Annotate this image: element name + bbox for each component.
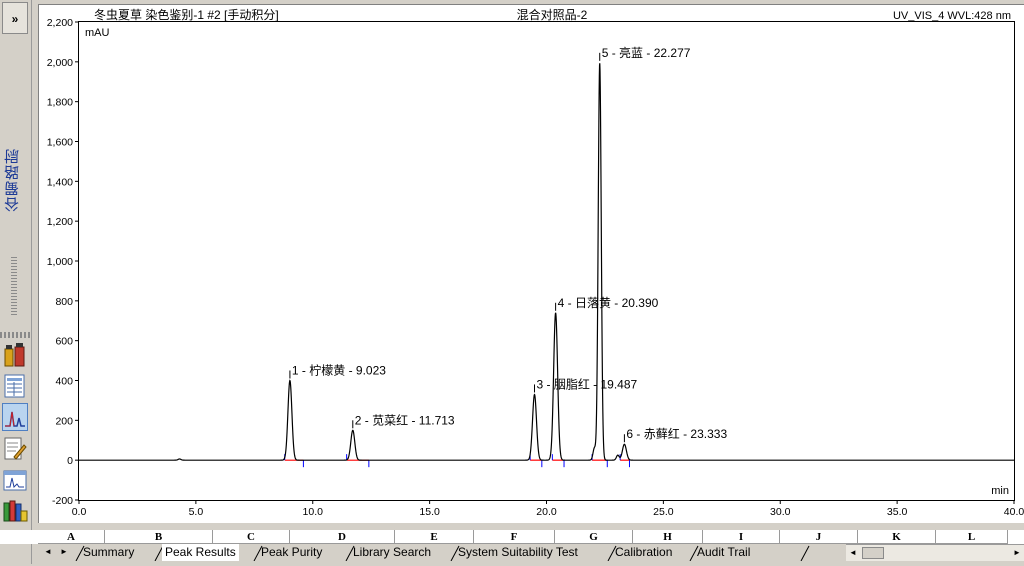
x-tick-label: 30.0 [770, 506, 791, 518]
peak-label: 4 - 日落黄 - 20.390 [558, 296, 659, 310]
report-grid-icon[interactable] [2, 372, 28, 400]
edit-document-icon[interactable] [2, 435, 28, 463]
horizontal-scrollbar[interactable]: ◄ ► [846, 544, 1024, 561]
y-tick-label: 0 [67, 455, 73, 467]
sidebar-toggle-button[interactable]: » [2, 2, 28, 34]
x-tick-label: 0.0 [72, 506, 87, 518]
chromatogram-panel[interactable]: 冬虫夏草 染色鉴别-1 #2 [手动积分] 混合对照品-2 UV_VIS_4 W… [38, 4, 1024, 523]
y-tick-label: 400 [55, 376, 73, 388]
peak-label: 5 - 亮蓝 - 22.277 [602, 45, 691, 60]
column-header[interactable]: I [703, 530, 780, 544]
sheet-tab[interactable]: Calibration [615, 544, 672, 561]
x-tick-label: 5.0 [189, 506, 204, 518]
column-header[interactable]: F [474, 530, 555, 544]
sample-vials-icon[interactable] [2, 497, 28, 525]
x-tick-label: 40.0 [1004, 506, 1024, 518]
y-tick-label: 200 [55, 415, 73, 427]
column-header[interactable]: D [290, 530, 395, 544]
column-header[interactable]: H [633, 530, 703, 544]
x-tick-label: 35.0 [887, 506, 908, 518]
column-header[interactable]: A [38, 530, 105, 544]
column-header[interactable]: C [213, 530, 290, 544]
column-header[interactable]: J [780, 530, 858, 544]
tab-scroll-right-button[interactable]: ► [60, 547, 68, 556]
tab-scroll-left-button[interactable]: ◄ [44, 547, 52, 556]
sidebar-label: 谷蜀路尉 [4, 148, 21, 212]
sheet-tab[interactable]: Peak Results [162, 544, 239, 561]
column-header[interactable]: B [105, 530, 213, 544]
chart-header-center: 混合对照品-2 [517, 7, 588, 22]
spectrum-window-icon[interactable] [2, 467, 28, 495]
column-header[interactable]: L [936, 530, 1008, 544]
tab-separator [800, 545, 810, 562]
y-tick-label: 1,800 [47, 97, 73, 109]
peak-label: 6 - 赤藓红 - 23.333 [626, 426, 727, 441]
report-sheet-bar: ABCDEFGHIJKL ◄ ► Summary Peak Results Peak… [0, 526, 1024, 564]
y-tick-label: 1,000 [47, 256, 73, 268]
scroll-left-arrow-icon[interactable]: ◄ [846, 545, 860, 561]
x-tick-label: 20.0 [536, 506, 557, 518]
y-tick-label: 1,600 [47, 137, 73, 149]
y-tick-label: 600 [55, 336, 73, 348]
x-axis-label: min [991, 485, 1009, 497]
x-tick-label: 25.0 [653, 506, 674, 518]
column-header-row: ABCDEFGHIJKL [0, 530, 1024, 544]
x-tick-label: 10.0 [303, 506, 324, 518]
splitter-grip[interactable] [11, 255, 17, 315]
sheet-tab[interactable]: System Suitability Test [458, 544, 578, 561]
y-tick-label: 2,000 [47, 57, 73, 69]
y-tick-label: 1,400 [47, 176, 73, 188]
sheet-tab[interactable]: Summary [83, 544, 134, 561]
bottles-icon[interactable] [2, 341, 28, 369]
sheet-tab[interactable]: Library Search [353, 544, 431, 561]
y-axis-label: mAU [85, 27, 110, 39]
y-tick-label: 2,200 [47, 17, 73, 29]
y-tick-label: 800 [55, 296, 73, 308]
peak-label: 3 - 胭脂红 - 19.487 [537, 376, 638, 391]
peak-label: 2 - 苋菜红 - 11.713 [355, 412, 455, 427]
chart-header-left: 冬虫夏草 染色鉴别-1 #2 [手动积分] [94, 7, 279, 22]
scroll-right-arrow-icon[interactable]: ► [1010, 545, 1024, 561]
peak-label: 1 - 柠檬黄 - 9.023 [292, 363, 386, 378]
toolbar-grip [0, 332, 31, 338]
column-header[interactable]: G [555, 530, 633, 544]
sidebar: » 谷蜀路尉 [0, 0, 32, 564]
chart-header-right: UV_VIS_4 WVL:428 nm [893, 10, 1011, 22]
chromatogram-chart[interactable]: 冬虫夏草 染色鉴别-1 #2 [手动积分] 混合对照品-2 UV_VIS_4 W… [39, 5, 1024, 523]
x-tick-label: 15.0 [419, 506, 440, 518]
scroll-thumb[interactable] [862, 547, 884, 559]
y-tick-label: 1,200 [47, 216, 73, 228]
column-header[interactable]: E [395, 530, 474, 544]
sheet-tab[interactable]: Audit Trail [697, 544, 750, 561]
x-axis: 0.0 5.0 10.0 15.0 20.0 25.0 30.0 35.0 40.0 [72, 500, 1024, 518]
chromatogram-icon[interactable] [2, 403, 28, 431]
y-axis: -200 0 200 400 600 800 1,000 1,200 1,400 1,600 1,8… [47, 17, 79, 507]
y-tick-label: -200 [52, 495, 73, 507]
column-header[interactable]: K [858, 530, 936, 544]
plot-area [78, 21, 1015, 501]
sheet-tab[interactable]: Peak Purity [261, 544, 322, 561]
